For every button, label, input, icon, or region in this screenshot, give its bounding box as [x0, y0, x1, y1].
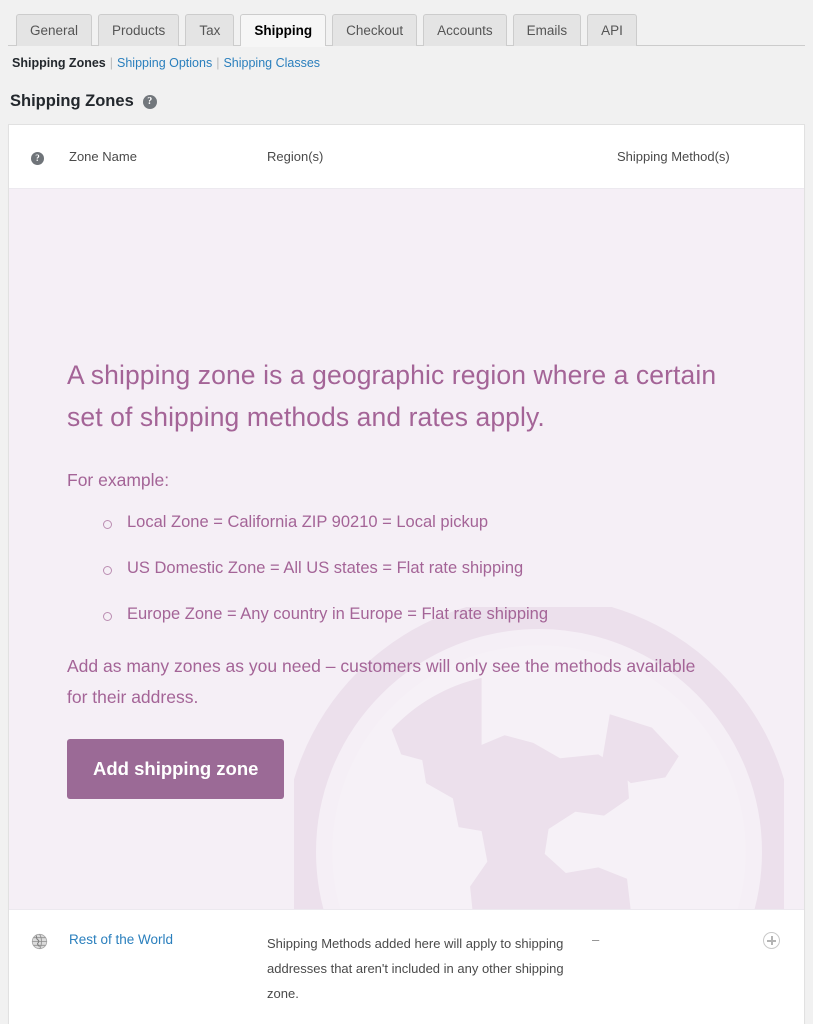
tab-accounts[interactable]: Accounts: [423, 14, 507, 46]
empty-state-example-list: Local Zone = California ZIP 90210 = Loca…: [103, 513, 804, 624]
subnav-item-shipping-classes[interactable]: Shipping Classes: [223, 56, 320, 70]
add-shipping-zone-primary-button[interactable]: Add shipping zone: [67, 739, 285, 799]
tab-api[interactable]: API: [587, 14, 637, 46]
empty-state-closing-text: Add as many zones as you need – customer…: [67, 655, 696, 707]
tab-emails[interactable]: Emails: [512, 14, 582, 46]
column-header-zone-name: Zone Name: [69, 149, 137, 164]
sort-help-icon[interactable]: ?: [31, 151, 44, 165]
column-header-regions: Region(s): [267, 149, 324, 164]
empty-state-panel: A shipping zone is a geographic region w…: [9, 189, 804, 909]
column-header-shipping-methods: Shipping Method(s): [617, 149, 730, 164]
zone-methods-value: –: [592, 932, 600, 947]
column-header-handle: ?: [31, 149, 69, 165]
zone-region-cell: Shipping Methods added here will apply t…: [267, 936, 564, 1001]
zone-methods-cell: –: [592, 932, 782, 949]
add-circle-icon[interactable]: [763, 932, 780, 949]
subnav-separator-1: |: [109, 56, 113, 70]
subnav-item-shipping-zones[interactable]: Shipping Zones: [12, 56, 106, 70]
shipping-zones-card: ? Zone Name Region(s) Shipping Method(s)…: [8, 124, 805, 1024]
page-title: Shipping Zones ?: [10, 92, 157, 111]
table-row: Rest of the World Shipping Methods added…: [9, 909, 804, 1024]
zone-handle-cell: [31, 932, 69, 950]
help-icon[interactable]: ?: [142, 94, 157, 109]
list-item: Europe Zone = Any country in Europe = Fl…: [103, 605, 804, 624]
shipping-subnav: Shipping Zones | Shipping Options | Shipping…: [12, 56, 320, 70]
tab-shipping[interactable]: Shipping: [240, 14, 327, 46]
list-item: Local Zone = California ZIP 90210 = Loca…: [103, 513, 804, 532]
settings-tab-bar: General Products Tax Shipping Checkout A…: [0, 0, 813, 46]
page-title-text: Shipping Zones: [10, 92, 134, 110]
subnav-item-shipping-options[interactable]: Shipping Options: [117, 56, 212, 70]
list-item: US Domestic Zone = All US states = Flat …: [103, 559, 804, 578]
tab-products[interactable]: Products: [98, 14, 180, 46]
globe-icon: [31, 933, 48, 950]
zone-name-link[interactable]: Rest of the World: [69, 932, 173, 947]
empty-state-example-label: For example:: [67, 469, 170, 490]
empty-state-heading: A shipping zone is a geographic region w…: [67, 360, 717, 432]
tab-checkout[interactable]: Checkout: [332, 14, 418, 46]
zones-table-header: ? Zone Name Region(s) Shipping Method(s): [9, 125, 804, 189]
tab-tax[interactable]: Tax: [185, 14, 235, 46]
zone-name-cell: Rest of the World: [69, 932, 267, 947]
subnav-separator-2: |: [216, 56, 220, 70]
tab-general[interactable]: General: [16, 14, 93, 46]
shipping-zones-screen: General Products Tax Shipping Checkout A…: [0, 0, 813, 1024]
